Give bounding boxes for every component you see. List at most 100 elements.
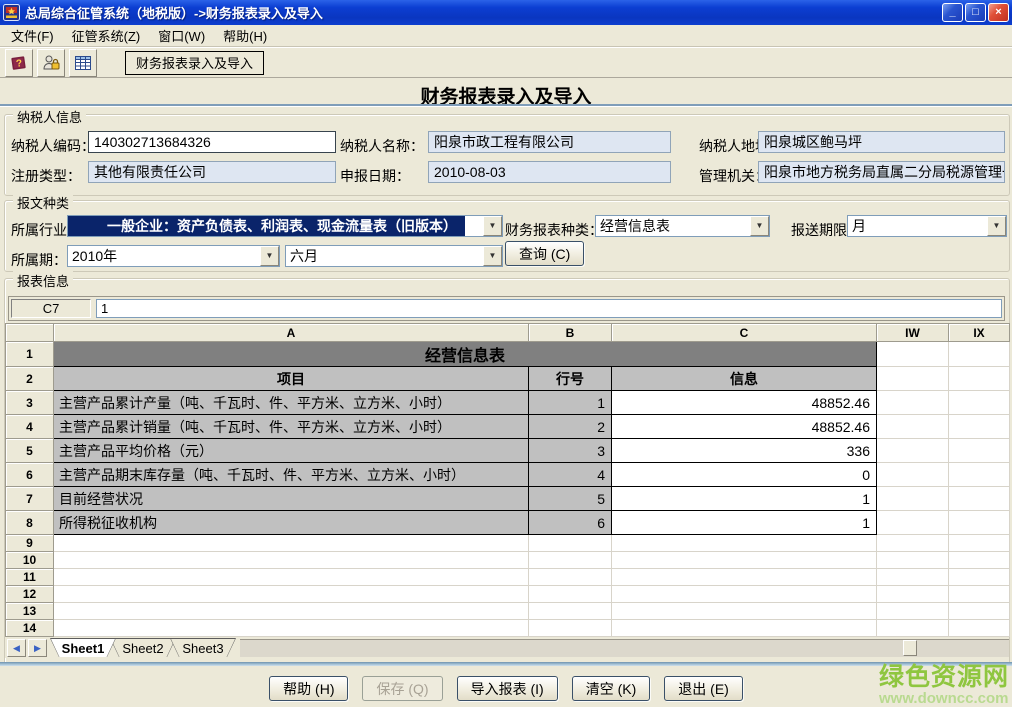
prev-sheet-button[interactable]: ◀ [7, 639, 26, 657]
cell[interactable] [529, 535, 612, 552]
cell[interactable]: 项目 [54, 367, 529, 391]
cell[interactable] [949, 367, 1010, 391]
dropdown-arrow-icon[interactable]: ▼ [260, 246, 279, 266]
cell[interactable] [54, 552, 529, 569]
period-limit-combo[interactable]: 月 ▼ [847, 215, 1007, 237]
cell[interactable]: 主营产品累计销量（吨、千瓦时、件、平方米、立方米、小时） [54, 415, 529, 439]
cell[interactable] [612, 569, 877, 586]
dropdown-arrow-icon[interactable]: ▼ [483, 216, 502, 236]
column-header[interactable]: C [612, 324, 877, 342]
cell[interactable]: 1 [612, 511, 877, 535]
cell[interactable] [529, 569, 612, 586]
cell[interactable] [54, 535, 529, 552]
column-header[interactable]: IX [949, 324, 1010, 342]
cell[interactable] [949, 586, 1010, 603]
cell[interactable]: 6 [529, 511, 612, 535]
cell[interactable] [877, 342, 949, 367]
cell[interactable] [949, 463, 1010, 487]
cell[interactable]: 主营产品累计产量（吨、千瓦时、件、平方米、立方米、小时） [54, 391, 529, 415]
cell[interactable] [877, 463, 949, 487]
year-combo[interactable]: 2010年 ▼ [67, 245, 280, 267]
cell[interactable]: 1 [529, 391, 612, 415]
dropdown-arrow-icon[interactable]: ▼ [987, 216, 1006, 236]
row-header[interactable]: 9 [6, 535, 54, 552]
row-header[interactable]: 6 [6, 463, 54, 487]
taxpayer-code-field[interactable] [88, 131, 336, 153]
cell[interactable] [949, 603, 1010, 620]
industry-combo[interactable]: 一般企业：资产负债表、利润表、现金流量表（旧版本） ▼ [67, 215, 503, 237]
clear-button[interactable]: 清空 (K) [572, 676, 651, 701]
cell[interactable] [54, 603, 529, 620]
row-header[interactable]: 12 [6, 586, 54, 603]
cell[interactable] [877, 391, 949, 415]
dropdown-arrow-icon[interactable]: ▼ [750, 216, 769, 236]
cell[interactable] [54, 586, 529, 603]
row-header[interactable]: 1 [6, 342, 54, 367]
cell[interactable] [877, 569, 949, 586]
cell[interactable] [949, 552, 1010, 569]
cell[interactable] [612, 603, 877, 620]
cell[interactable]: 2 [529, 415, 612, 439]
cell[interactable]: 信息 [612, 367, 877, 391]
cell[interactable] [949, 511, 1010, 535]
cell[interactable]: 5 [529, 487, 612, 511]
close-button[interactable]: × [988, 3, 1009, 22]
cell[interactable] [949, 535, 1010, 552]
formula-input[interactable] [96, 299, 1002, 318]
cell[interactable] [529, 603, 612, 620]
tab-sheet1[interactable]: Sheet1 [50, 638, 116, 657]
cell[interactable] [612, 620, 877, 637]
cell[interactable]: 0 [612, 463, 877, 487]
statement-type-combo[interactable]: 经营信息表 ▼ [595, 215, 770, 237]
cell[interactable] [877, 367, 949, 391]
column-header[interactable]: B [529, 324, 612, 342]
cell[interactable] [877, 586, 949, 603]
cell-reference-box[interactable]: C7 [11, 299, 91, 318]
grid-corner[interactable] [6, 324, 54, 342]
menu-help[interactable]: 帮助(H) [214, 24, 276, 47]
cell[interactable] [54, 569, 529, 586]
minimize-button[interactable]: _ [942, 3, 963, 22]
column-header[interactable]: A [54, 324, 529, 342]
row-header[interactable]: 4 [6, 415, 54, 439]
month-combo[interactable]: 六月 ▼ [285, 245, 503, 267]
cell[interactable] [949, 569, 1010, 586]
row-header[interactable]: 8 [6, 511, 54, 535]
dropdown-arrow-icon[interactable]: ▼ [483, 246, 502, 266]
menu-file[interactable]: 文件(F) [2, 24, 63, 47]
row-header[interactable]: 14 [6, 620, 54, 637]
cell[interactable] [612, 586, 877, 603]
cell[interactable] [877, 620, 949, 637]
cell[interactable] [949, 415, 1010, 439]
scrollbar-thumb[interactable] [903, 640, 917, 656]
maximize-button[interactable]: □ [965, 3, 986, 22]
cell[interactable]: 336 [612, 439, 877, 463]
help-button[interactable]: 帮助 (H) [269, 676, 348, 701]
exit-button[interactable]: 退出 (E) [664, 676, 743, 701]
row-header[interactable]: 13 [6, 603, 54, 620]
cell[interactable] [877, 552, 949, 569]
cell[interactable] [877, 439, 949, 463]
menu-collection-system[interactable]: 征管系统(Z) [63, 24, 150, 47]
row-header[interactable]: 3 [6, 391, 54, 415]
cell[interactable]: 4 [529, 463, 612, 487]
help-book-button[interactable]: ? [5, 49, 33, 77]
cell[interactable] [949, 439, 1010, 463]
cell[interactable] [529, 620, 612, 637]
cell[interactable] [949, 342, 1010, 367]
module-tab[interactable]: 财务报表录入及导入 [125, 51, 264, 75]
column-header[interactable]: IW [877, 324, 949, 342]
cell[interactable]: 48852.46 [612, 391, 877, 415]
cell[interactable] [612, 535, 877, 552]
cell[interactable] [949, 487, 1010, 511]
cell[interactable] [877, 415, 949, 439]
row-header[interactable]: 10 [6, 552, 54, 569]
row-header[interactable]: 5 [6, 439, 54, 463]
import-report-button[interactable]: 导入报表 (I) [457, 676, 558, 701]
next-sheet-button[interactable]: ▶ [28, 639, 47, 657]
row-header[interactable]: 2 [6, 367, 54, 391]
cell[interactable] [529, 586, 612, 603]
cell[interactable] [877, 603, 949, 620]
active-cell[interactable]: 1 [612, 487, 877, 511]
cell[interactable]: 所得税征收机构 [54, 511, 529, 535]
